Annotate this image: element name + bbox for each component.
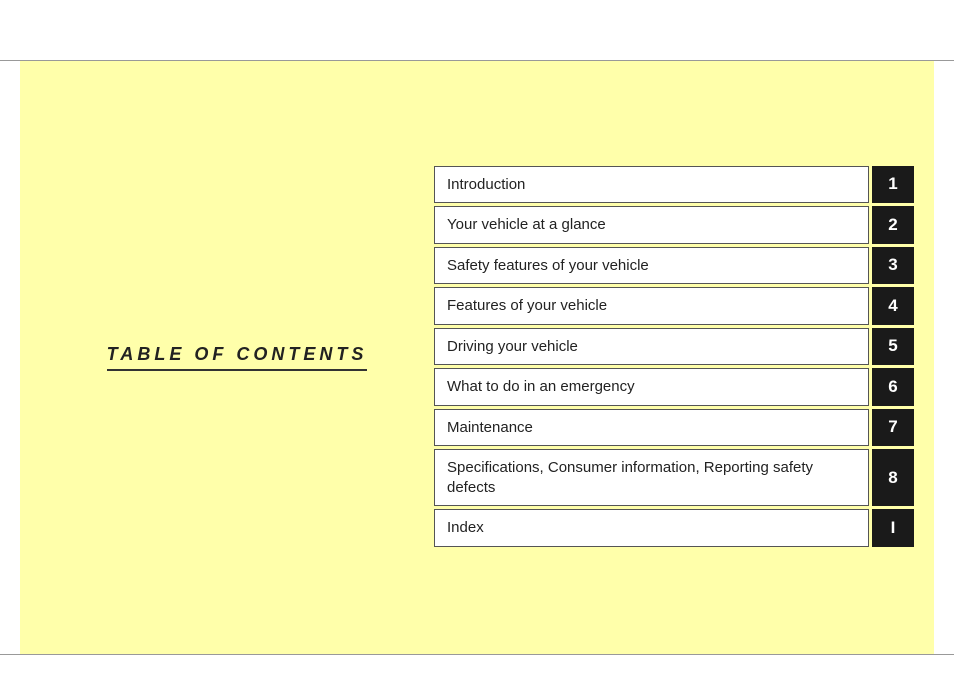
toc-label-index: Index bbox=[434, 509, 869, 547]
left-section: TABLE OF CONTENTS bbox=[40, 81, 434, 634]
page-wrapper: TABLE OF CONTENTS Introduction1Your vehi… bbox=[0, 0, 954, 685]
bottom-rule bbox=[0, 654, 954, 655]
toc-number-maintenance: 7 bbox=[872, 409, 914, 447]
toc-label-specifications: Specifications, Consumer information, Re… bbox=[434, 449, 869, 506]
toc-label-maintenance: Maintenance bbox=[434, 409, 869, 447]
toc-row-index[interactable]: IndexI bbox=[434, 509, 914, 547]
toc-number-index: I bbox=[872, 509, 914, 547]
content-area: TABLE OF CONTENTS Introduction1Your vehi… bbox=[20, 61, 934, 654]
toc-row-features[interactable]: Features of your vehicle4 bbox=[434, 287, 914, 325]
toc-number-specifications: 8 bbox=[872, 449, 914, 506]
toc-label-driving: Driving your vehicle bbox=[434, 328, 869, 366]
toc-row-safety[interactable]: Safety features of your vehicle3 bbox=[434, 247, 914, 285]
toc-row-glance[interactable]: Your vehicle at a glance2 bbox=[434, 206, 914, 244]
toc-row-maintenance[interactable]: Maintenance7 bbox=[434, 409, 914, 447]
toc-title: TABLE OF CONTENTS bbox=[107, 344, 368, 371]
toc-row-specifications[interactable]: Specifications, Consumer information, Re… bbox=[434, 449, 914, 506]
toc-label-features: Features of your vehicle bbox=[434, 287, 869, 325]
toc-number-features: 4 bbox=[872, 287, 914, 325]
toc-label-safety: Safety features of your vehicle bbox=[434, 247, 869, 285]
toc-row-intro[interactable]: Introduction1 bbox=[434, 166, 914, 204]
toc-label-glance: Your vehicle at a glance bbox=[434, 206, 869, 244]
toc-number-intro: 1 bbox=[872, 166, 914, 204]
toc-number-driving: 5 bbox=[872, 328, 914, 366]
toc-number-glance: 2 bbox=[872, 206, 914, 244]
toc-row-emergency[interactable]: What to do in an emergency6 bbox=[434, 368, 914, 406]
toc-number-safety: 3 bbox=[872, 247, 914, 285]
toc-list: Introduction1Your vehicle at a glance2Sa… bbox=[434, 81, 914, 634]
toc-label-intro: Introduction bbox=[434, 166, 869, 204]
toc-label-emergency: What to do in an emergency bbox=[434, 368, 869, 406]
toc-number-emergency: 6 bbox=[872, 368, 914, 406]
toc-row-driving[interactable]: Driving your vehicle5 bbox=[434, 328, 914, 366]
